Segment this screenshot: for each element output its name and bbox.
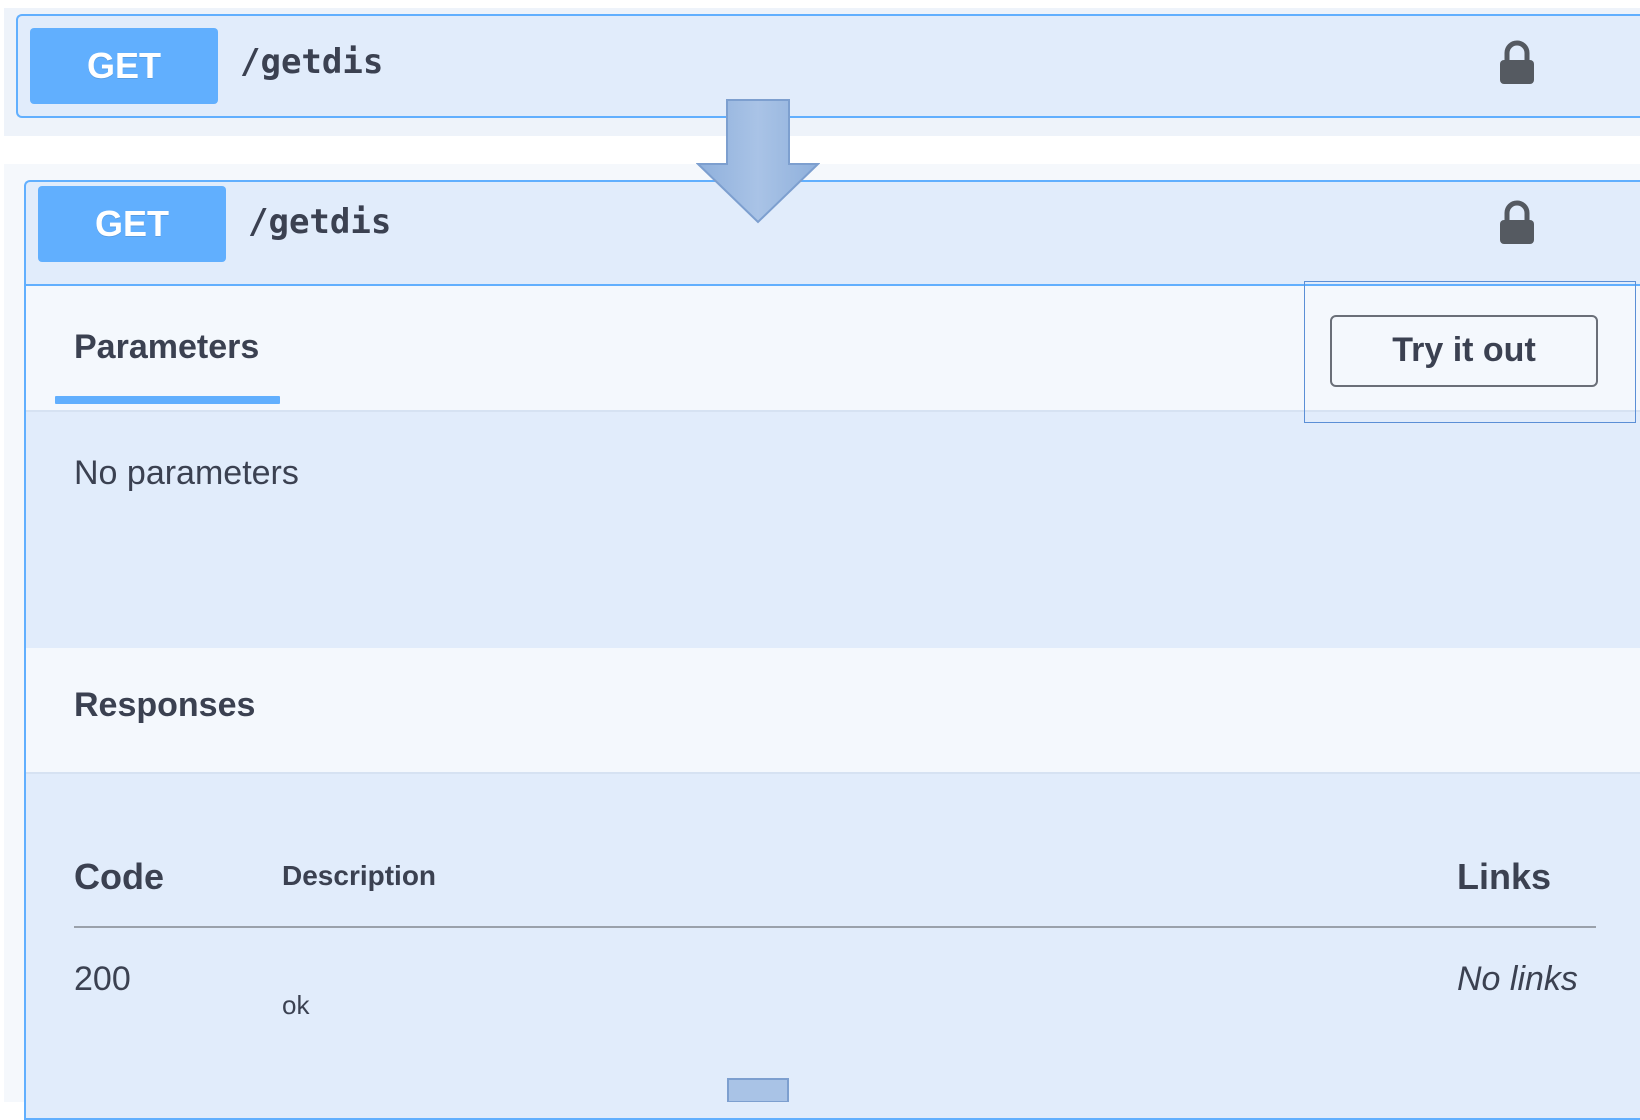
response-code-cell: 200: [74, 960, 131, 998]
down-arrow-icon: [695, 98, 821, 229]
tab-active-underline: [55, 396, 280, 404]
try-it-out-button[interactable]: Try it out: [1330, 315, 1598, 387]
column-header-description: Description: [282, 860, 437, 891]
no-parameters-text: No parameters: [74, 454, 299, 492]
operation-path[interactable]: /getdis: [248, 202, 391, 242]
response-description-cell: ok: [282, 990, 310, 1020]
operation-summary-collapsed[interactable]: GET /getdis: [16, 14, 1640, 118]
column-header-code: Code: [74, 856, 164, 897]
tab-parameters[interactable]: Parameters: [74, 328, 259, 367]
response-links-cell: No links: [1457, 960, 1578, 998]
operation-path: /getdis: [240, 42, 384, 82]
lock-icon[interactable]: [1498, 200, 1536, 251]
responses-title: Responses: [74, 686, 256, 724]
responses-section-header: [26, 648, 1640, 774]
method-badge-get: GET: [30, 28, 218, 104]
table-header-divider: [74, 926, 1596, 928]
lock-icon[interactable]: [1498, 40, 1536, 91]
down-arrow-stub-icon: [727, 1078, 789, 1107]
column-header-links: Links: [1457, 856, 1552, 897]
method-badge-get: GET: [38, 186, 226, 262]
